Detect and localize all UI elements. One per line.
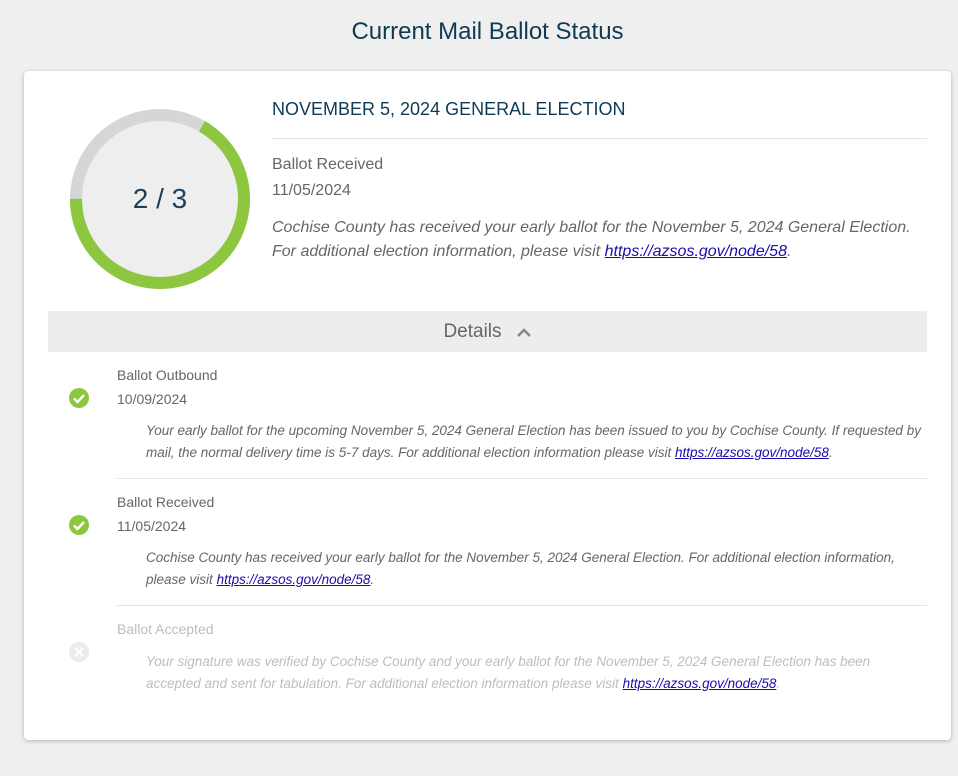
current-status-description: Cochise County has received your early b… — [272, 216, 912, 264]
current-status-text: Cochise County has received your early b… — [272, 219, 911, 260]
progress-label: 2 / 3 — [132, 183, 188, 214]
step-info-link[interactable]: https://azsos.gov/node/58 — [623, 676, 777, 691]
x-circle-icon — [69, 642, 89, 662]
step-description: Your signature was verified by Cochise C… — [146, 651, 928, 695]
step-info-link[interactable]: https://azsos.gov/node/58 — [675, 445, 829, 460]
step-info-link[interactable]: https://azsos.gov/node/58 — [217, 572, 371, 587]
current-status-date: 11/05/2024 — [272, 182, 351, 199]
election-info-link[interactable]: https://azsos.gov/node/58 — [605, 243, 787, 260]
page-title: Current Mail Ballot Status — [351, 18, 624, 45]
current-status: Ballot Received — [272, 156, 384, 173]
check-circle-icon — [69, 388, 89, 408]
step-date: 11/05/2024 — [117, 518, 187, 534]
step-description-trailing: . — [776, 676, 781, 691]
current-status-trailing: . — [786, 243, 792, 260]
election-name: NOVEMBER 5, 2024 GENERAL ELECTION — [272, 99, 927, 139]
ballot-status-card: 2 / 3 NOVEMBER 5, 2024 GENERAL ELECTION … — [24, 71, 951, 740]
step-title: Ballot Outbound — [117, 367, 218, 383]
step-date: 10/09/2024 — [117, 391, 188, 407]
step-description-trailing: . — [370, 572, 375, 587]
step-divider — [117, 605, 927, 606]
check-circle-icon — [69, 515, 89, 535]
details-toggle[interactable]: Details — [48, 311, 927, 352]
chevron-up-icon — [516, 327, 531, 337]
details-label: Details — [443, 320, 502, 342]
step-title: Ballot Accepted — [117, 621, 214, 637]
step-title: Ballot Received — [117, 494, 215, 510]
step-description-trailing: . — [828, 445, 833, 460]
step-description: Cochise County has received your early b… — [146, 547, 928, 591]
step-description: Your early ballot for the upcoming Novem… — [146, 420, 928, 464]
step-divider — [117, 478, 927, 479]
